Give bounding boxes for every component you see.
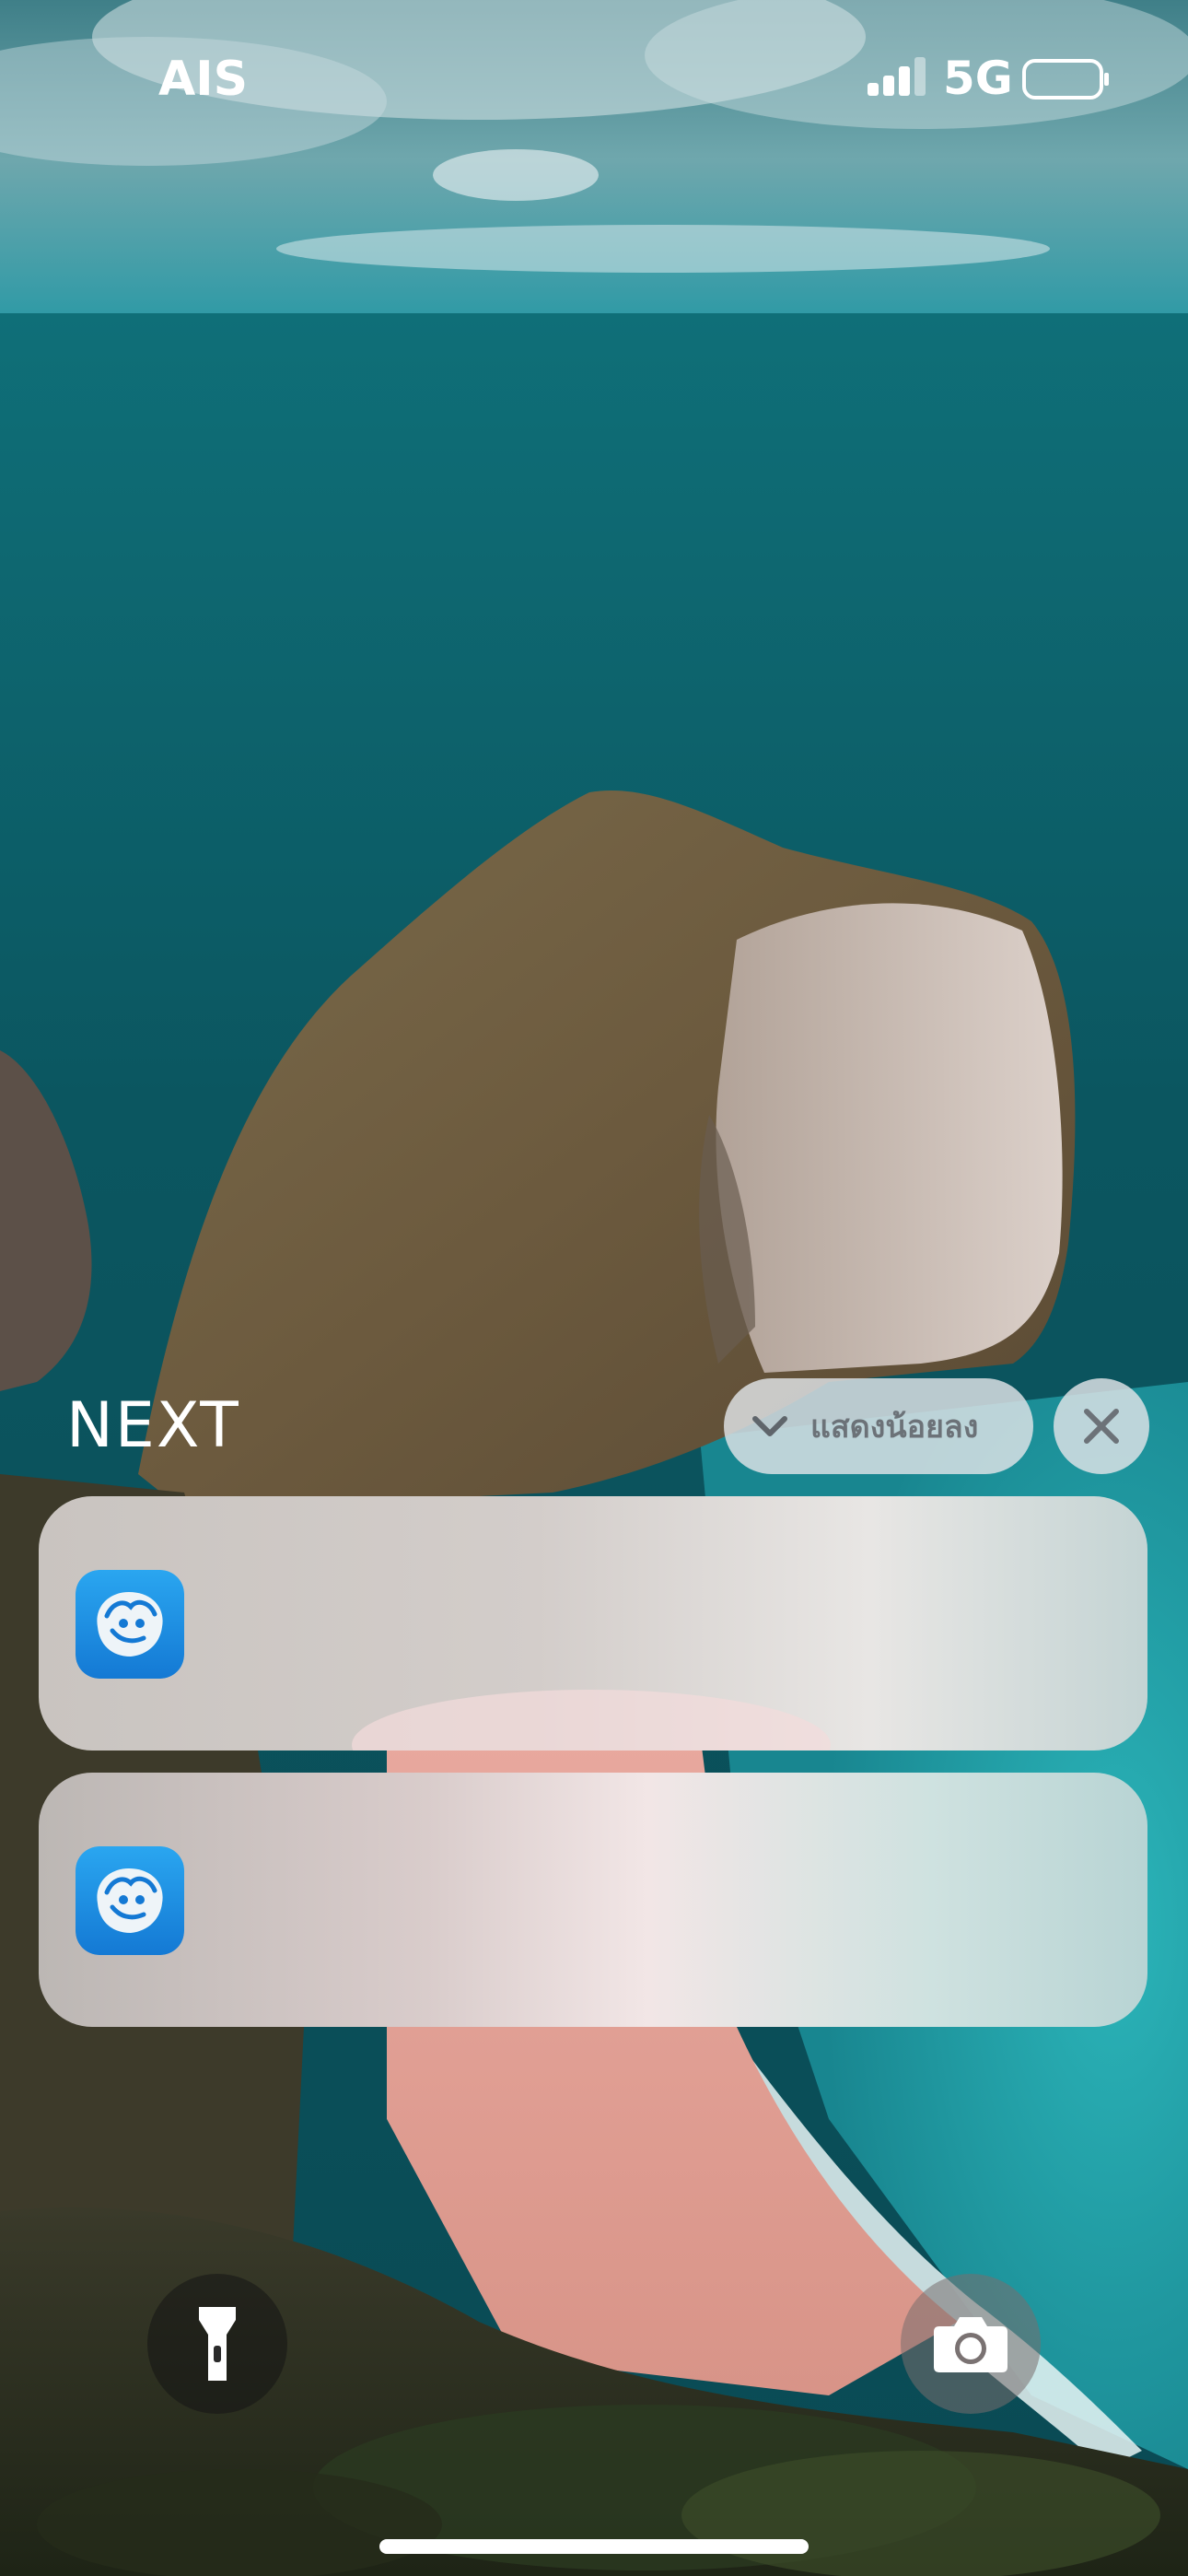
flashlight-icon: [199, 2307, 236, 2381]
krungthai-next-app-icon: [76, 1846, 184, 1955]
battery-icon: [1022, 59, 1109, 100]
network-type: 5G: [943, 52, 1013, 105]
notification-card[interactable]: [39, 1496, 1147, 1751]
camera-button[interactable]: [901, 2274, 1041, 2414]
notification-stack-title: NEXT: [66, 1389, 240, 1462]
close-icon: [1084, 1409, 1119, 1444]
notification-background: [39, 1773, 1147, 2027]
krungthai-next-app-icon: [76, 1570, 184, 1679]
clear-notifications-button[interactable]: [1054, 1378, 1149, 1474]
show-less-button[interactable]: แสดงน้อยลง: [724, 1378, 1033, 1474]
notification-card[interactable]: [39, 1773, 1147, 2027]
chevron-down-icon: [752, 1416, 787, 1436]
home-indicator[interactable]: [379, 2539, 809, 2554]
flashlight-button[interactable]: [147, 2274, 287, 2414]
camera-icon: [934, 2317, 1007, 2372]
show-less-label: แสดงน้อยลง: [810, 1409, 979, 1446]
wallpaper: [0, 0, 1188, 2576]
status-bar: AIS 5G: [0, 0, 1188, 166]
carrier-name: AIS: [158, 52, 249, 107]
notification-background: [39, 1496, 1147, 1751]
cellular-signal-icon: [868, 57, 926, 96]
